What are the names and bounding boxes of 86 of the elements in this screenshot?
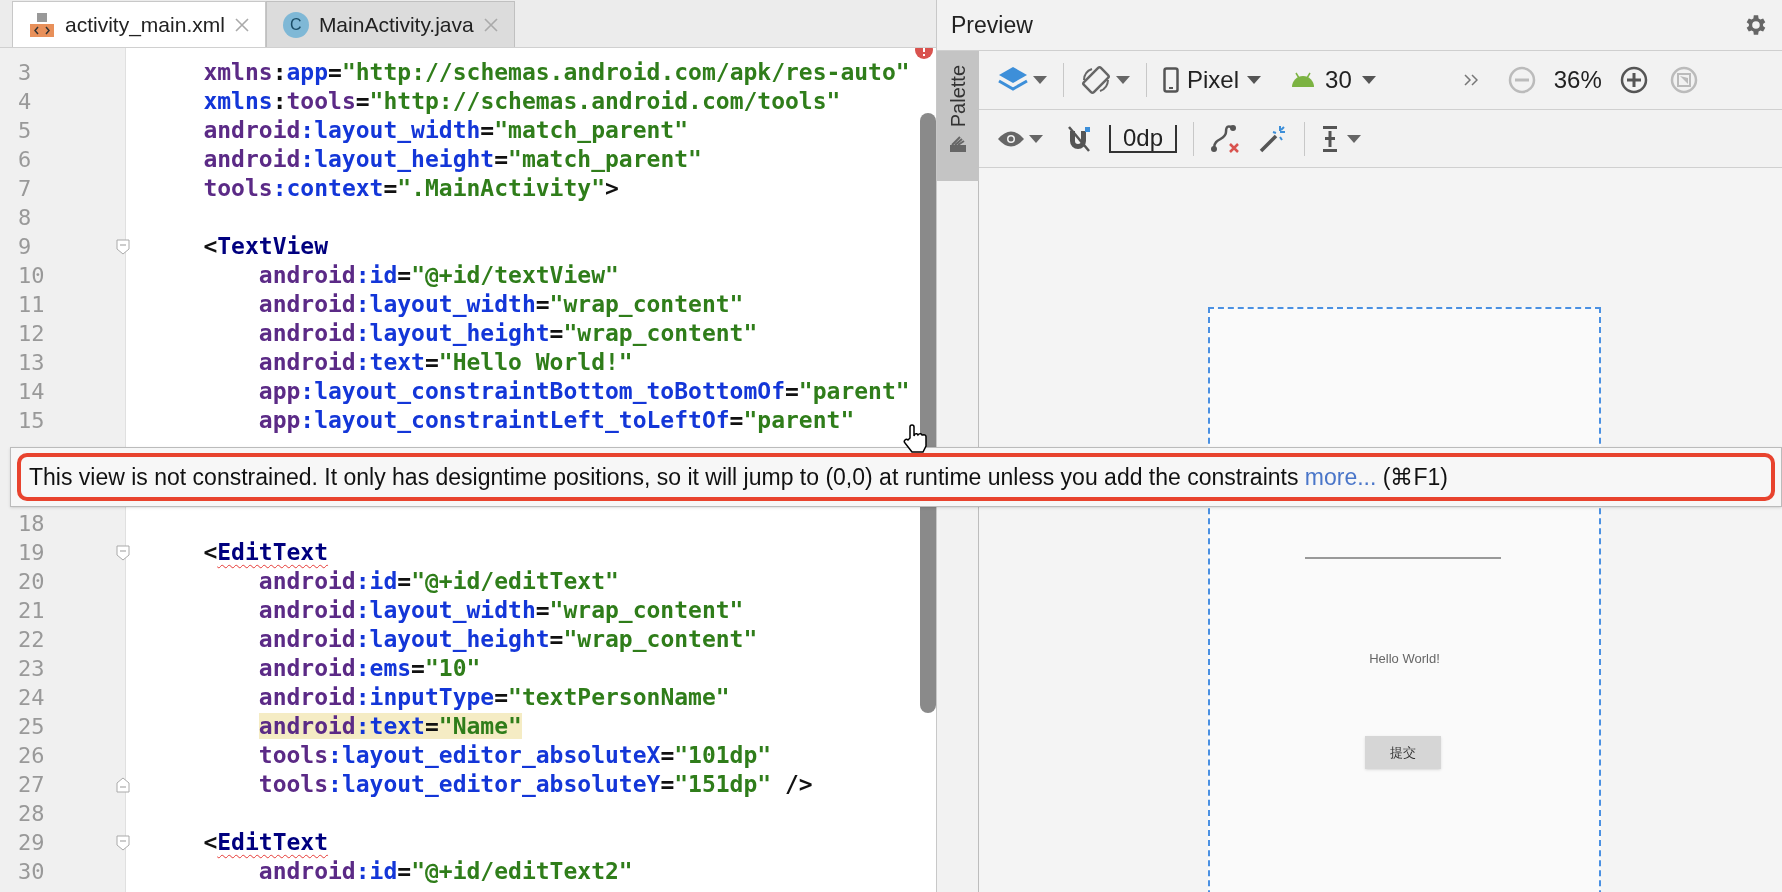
code-line: android:text="Name": [257, 712, 522, 742]
line-number: 21: [18, 597, 45, 625]
line-number: 7: [18, 175, 32, 203]
fold-marker-icon[interactable]: [116, 834, 130, 851]
code-line: android:layout_width="wrap_content": [257, 596, 744, 626]
line-number: 9: [18, 233, 32, 261]
submit-button[interactable]: 提交: [1365, 736, 1441, 769]
line-number: 4: [18, 88, 32, 116]
fold-marker-icon[interactable]: [116, 776, 130, 793]
magnet-icon[interactable]: [1067, 124, 1093, 153]
rotate-icon: [1080, 64, 1112, 96]
caret-icon: [1361, 76, 1376, 84]
line-number: 24: [18, 684, 45, 712]
line-number: 13: [18, 349, 45, 377]
layout-file-icon: [29, 11, 55, 38]
line-number: 6: [18, 146, 32, 174]
palette-tab[interactable]: Palette: [937, 51, 979, 181]
caret-icon: [1247, 76, 1262, 84]
align-dropdown[interactable]: [1321, 124, 1362, 153]
line-number: 18: [18, 510, 45, 538]
code-line: android:text="Hello World!": [257, 348, 633, 378]
eye-icon: [997, 129, 1025, 148]
palette-icon: [948, 135, 968, 154]
orientation-dropdown[interactable]: [1080, 64, 1130, 96]
line-number: 29: [18, 829, 45, 857]
caret-icon: [1347, 134, 1362, 143]
code-line: android:id="@+id/textView": [257, 261, 619, 291]
line-number: 26: [18, 742, 45, 770]
overflow-icon[interactable]: [1463, 74, 1478, 86]
code-line: tools:context=".MainActivity">: [202, 174, 619, 204]
code-line: android:layout_height="wrap_content": [257, 319, 758, 349]
class-icon: C: [282, 11, 309, 38]
code-line: android:layout_height="match_parent": [202, 145, 702, 175]
tooltip-text: This view is not constrained. It only has designtime positions, so it will jump to (0,0) at runtime unless you add the constraints more... (⌘F1): [29, 462, 1448, 492]
code-line: android:id="@+id/editText2": [257, 857, 633, 887]
fold-marker-icon[interactable]: [116, 238, 130, 255]
line-number: 20: [18, 568, 45, 596]
code-line: xmlns:app="http://schemas.android.com/apk/res-auto": [202, 58, 910, 88]
line-number: 22: [18, 626, 45, 654]
code-line: tools:layout_editor_absoluteY="151dp" />: [257, 770, 813, 800]
line-number: 19: [18, 539, 45, 567]
caret-icon: [1033, 76, 1047, 84]
align-icon: [1321, 124, 1340, 153]
line-number: 23: [18, 655, 45, 683]
close-icon[interactable]: [234, 17, 249, 32]
editor-tab[interactable]: C MainActivity.java: [265, 1, 515, 47]
api-level-dropdown[interactable]: 30: [1291, 62, 1376, 98]
code-line: android:layout_height="wrap_content": [257, 625, 758, 655]
more-link[interactable]: more...: [1304, 463, 1377, 490]
zoom-in-icon[interactable]: [1619, 66, 1648, 94]
code-line: <EditText: [202, 828, 329, 858]
code-line: xmlns:tools="http://schemas.android.com/tools": [202, 87, 841, 117]
line-number: 27: [18, 771, 45, 799]
code-line: android:inputType="textPersonName": [257, 683, 730, 713]
line-number: 15: [18, 407, 45, 435]
zoom-level: 36%: [1553, 65, 1602, 95]
line-number: 14: [18, 378, 45, 406]
code-line: app:layout_constraintLeft_toLeftOf="parent": [257, 406, 855, 436]
caret-icon: [1029, 134, 1043, 143]
code-line: <TextView: [202, 232, 329, 262]
code-line: android:ems="10": [257, 654, 481, 684]
view-options-dropdown[interactable]: [997, 129, 1043, 148]
line-number: 28: [18, 800, 45, 828]
code-line: android:layout_width="match_parent": [202, 116, 689, 146]
phone-icon: [1163, 67, 1179, 93]
default-margin-field[interactable]: 0dp: [1109, 124, 1178, 153]
code-line: <EditText: [202, 538, 329, 568]
line-number: 25: [18, 713, 45, 741]
line-number: 8: [18, 204, 32, 232]
android-icon: [1291, 72, 1316, 88]
line-number: 12: [18, 320, 45, 348]
caret-icon: [1116, 76, 1130, 84]
code-line: app:layout_constraintBottom_toBottomOf="parent": [257, 377, 910, 407]
code-line: android:id="@+id/editText": [257, 567, 619, 597]
hello-text: Hello World!: [1368, 650, 1441, 668]
line-number: 30: [18, 858, 45, 886]
code-line: android:layout_width="wrap_content": [257, 290, 744, 320]
panel-title: Preview: [951, 10, 1033, 40]
device-dropdown[interactable]: Pixel: [1163, 62, 1262, 98]
line-number: 10: [18, 262, 45, 290]
line-number: 11: [18, 291, 45, 319]
line-number: 5: [18, 117, 32, 145]
code-line: tools:layout_editor_absoluteX="101dp": [257, 741, 772, 771]
editor-tab[interactable]: activity_main.xml: [12, 1, 266, 47]
line-number: 3: [18, 59, 32, 87]
fold-marker-icon[interactable]: [116, 544, 130, 561]
